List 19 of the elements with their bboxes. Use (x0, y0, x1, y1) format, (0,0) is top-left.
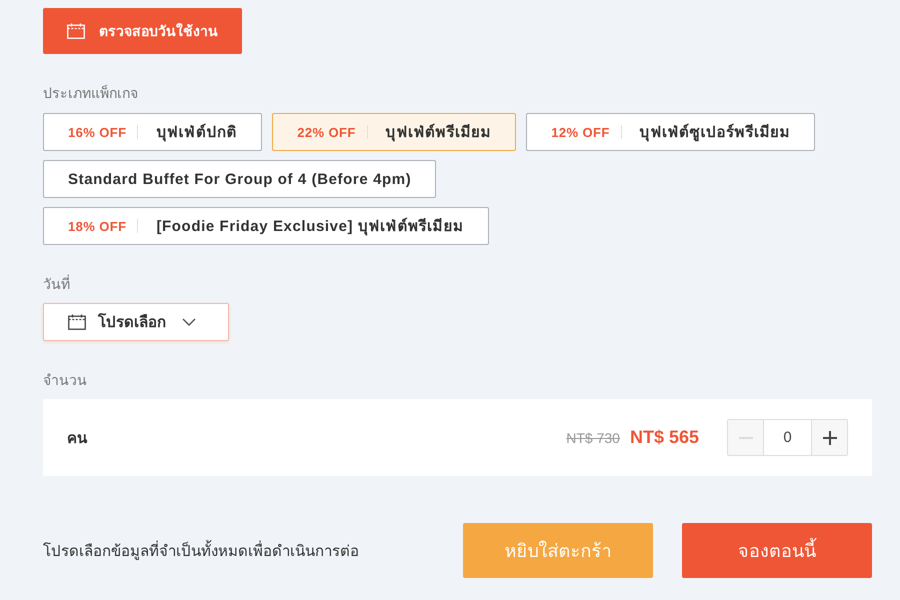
date-dropdown[interactable]: โปรดเลือก (43, 303, 229, 341)
package-option[interactable]: 16% OFF บุฟเฟ่ต์ปกติ (43, 113, 262, 151)
calendar-icon (67, 23, 85, 39)
increase-button[interactable] (811, 419, 848, 456)
package-type-label: ประเภทแพ็กเกจ (43, 84, 139, 103)
quantity-field[interactable]: 0 (763, 419, 812, 456)
original-price: NT$ 730 (566, 430, 620, 446)
chevron-down-icon (182, 318, 196, 326)
package-option[interactable]: 22% OFF บุฟเฟ่ต์พรีเมียม (272, 113, 516, 151)
package-option[interactable]: 12% OFF บุฟเฟ่ต์ซูเปอร์พรีเมียม (526, 113, 816, 151)
date-label: วันที่ (43, 274, 71, 294)
guest-type-label: คน (67, 428, 87, 448)
required-info-message: โปรดเลือกข้อมูลที่จำเป็นทั้งหมดเพื่อดำเนินการต่อ (43, 538, 359, 562)
package-option[interactable]: Standard Buffet For Group of 4 (Before 4pm) (43, 160, 436, 198)
quantity-label: จำนวน (43, 371, 88, 390)
calendar-icon (68, 314, 86, 330)
package-option[interactable]: 18% OFF [Foodie Friday Exclusive] บุฟเฟ่ต์พรีเมียม (43, 207, 489, 245)
discounted-price: NT$ 565 (630, 427, 699, 448)
plus-icon (822, 430, 836, 444)
